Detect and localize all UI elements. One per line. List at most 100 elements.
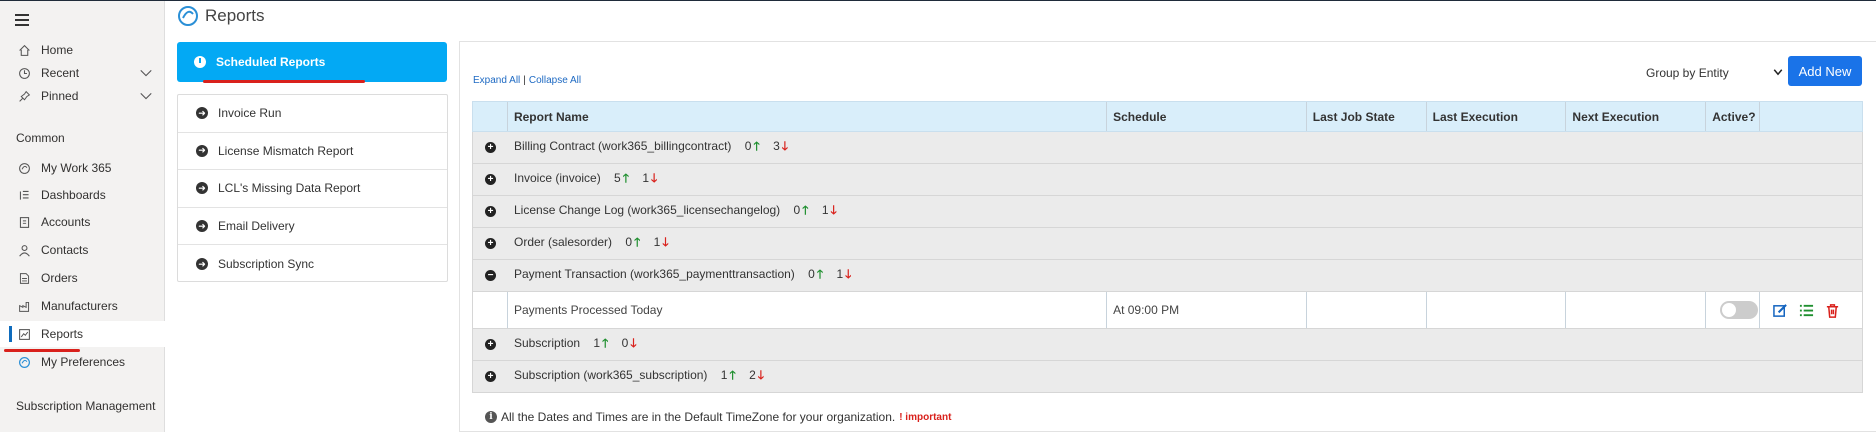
header-report-name[interactable]: Report Name [508, 102, 1108, 131]
report-item-label: Subscription Sync [218, 257, 315, 272]
report-item-subscription-sync[interactable]: ➜ Subscription Sync [178, 245, 447, 283]
top-border [0, 0, 1876, 1]
table-header: Report Name Schedule Last Job State Last… [472, 101, 1863, 132]
group-label: Payment Transaction (work365_paymenttran… [508, 265, 851, 286]
group-row-license-change-log[interactable]: + License Change Log (work365_licensecha… [472, 196, 1863, 228]
header-last-job-state[interactable]: Last Job State [1307, 102, 1427, 131]
tab-scheduled-reports[interactable]: Scheduled Reports [177, 42, 447, 82]
cell-report-name[interactable]: Payments Processed Today [508, 292, 1108, 328]
sidebar-item-manufacturers[interactable]: Manufacturers [0, 293, 165, 319]
cell-schedule: At 09:00 PM [1107, 292, 1307, 328]
cell-active [1706, 292, 1761, 328]
header-schedule[interactable]: Schedule [1107, 102, 1307, 131]
expand-collapse-links: Expand All | Collapse All [473, 75, 581, 86]
group-label: Billing Contract (work365_billingcontrac… [508, 137, 788, 158]
sidebar-item-my-preferences[interactable]: My Preferences [0, 349, 165, 375]
sidebar-item-label: My Preferences [41, 355, 126, 369]
group-by-select[interactable]: Group by Entity [1646, 62, 1784, 84]
sidebar-item-label: Orders [41, 271, 78, 285]
group-row-subscription-work365[interactable]: + Subscription (work365_subscription) 1 🡑… [472, 361, 1863, 393]
expand-icon[interactable]: + [485, 371, 496, 382]
group-row-payment-transaction[interactable]: − Payment Transaction (work365_paymenttr… [472, 260, 1863, 292]
expand-icon[interactable]: + [485, 142, 496, 153]
add-new-button[interactable]: Add New [1788, 56, 1862, 86]
group-name: Subscription (work365_subscription) [514, 368, 708, 382]
report-list: ➜ Invoice Run ➜ License Mismatch Report ➜ L… [177, 94, 448, 282]
group-by-value: Group by Entity [1646, 66, 1729, 80]
expand-icon[interactable]: + [485, 339, 496, 350]
arrow-right-circle-icon: ➜ [196, 107, 208, 120]
sidebar-item-label: Home [41, 43, 74, 57]
chevron-down-icon[interactable] [139, 66, 153, 83]
arrow-right-circle-icon: ➜ [196, 258, 208, 271]
contacts-icon [17, 243, 31, 257]
arrow-up-icon: 🡑 [753, 139, 760, 153]
header-expand-col [473, 102, 508, 131]
collapse-all-link[interactable]: Collapse All [529, 75, 581, 86]
app-logo-icon [177, 5, 199, 27]
expand-icon[interactable]: + [485, 206, 496, 217]
report-item-license-mismatch[interactable]: ➜ License Mismatch Report [178, 133, 447, 171]
clock-icon [17, 66, 31, 80]
disabled-count: 2 [749, 368, 756, 382]
arrow-up-icon: 🡑 [622, 171, 629, 185]
arrow-up-icon: 🡑 [729, 368, 736, 382]
sidebar-item-label: Reports [41, 327, 84, 341]
report-item-email-delivery[interactable]: ➜ Email Delivery [178, 208, 447, 246]
important-label: ! important [899, 411, 952, 423]
dashboard-icon [17, 188, 31, 202]
collapse-icon[interactable]: − [485, 270, 496, 281]
sidebar-item-my-work-365[interactable]: My Work 365 [0, 155, 165, 181]
delete-icon[interactable] [1824, 302, 1840, 318]
sidebar-item-pinned[interactable]: Pinned [0, 83, 165, 109]
report-item-lcl-missing-data[interactable]: ➜ LCL's Missing Data Report [178, 170, 447, 208]
arrow-down-icon: 🡓 [662, 235, 669, 249]
annotation-underline [203, 80, 365, 83]
expand-all-link[interactable]: Expand All [473, 75, 520, 86]
sidebar-item-label: Dashboards [41, 188, 106, 202]
sidebar-item-contacts[interactable]: Contacts [0, 237, 165, 263]
group-name: Invoice (invoice) [514, 171, 601, 185]
sidebar-item-dashboards[interactable]: Dashboards [0, 182, 165, 208]
disabled-count: 1 [642, 171, 650, 185]
edit-icon[interactable] [1772, 302, 1788, 318]
group-name: Subscription [514, 336, 581, 350]
cell-next-execution [1566, 292, 1707, 328]
expand-icon[interactable]: + [485, 238, 496, 249]
arrow-down-icon: 🡓 [630, 336, 637, 350]
arrow-down-icon: 🡓 [830, 203, 837, 217]
sidebar-item-label: Recent [41, 66, 80, 80]
header-active[interactable]: Active? [1706, 102, 1761, 131]
hamburger-menu-icon[interactable] [15, 14, 29, 29]
group-name: License Change Log (work365_licensechang… [514, 203, 781, 217]
header-last-execution[interactable]: Last Execution [1427, 102, 1567, 131]
header-next-execution[interactable]: Next Execution [1566, 102, 1707, 131]
sidebar-item-accounts[interactable]: Accounts [0, 209, 165, 235]
table-row[interactable]: Payments Processed Today At 09:00 PM [472, 292, 1863, 329]
group-label: Invoice (invoice) 5 🡑 1 🡓 [508, 169, 657, 190]
sidebar: Home Recent Pinned Common My Work 365 Da… [0, 1, 165, 432]
active-toggle[interactable] [1720, 301, 1759, 319]
arrow-up-icon: 🡑 [634, 235, 641, 249]
group-row-subscription[interactable]: + Subscription 1 🡑 0 🡓 [472, 329, 1863, 361]
report-item-invoice-run[interactable]: ➜ Invoice Run [178, 95, 447, 133]
sidebar-item-reports[interactable]: Reports [0, 321, 165, 347]
disabled-count: 0 [621, 336, 629, 350]
sidebar-item-orders[interactable]: Orders [0, 265, 165, 291]
list-icon[interactable] [1798, 302, 1814, 318]
enabled-count: 1 [720, 368, 728, 382]
preferences-icon [17, 355, 31, 369]
group-row-billing-contract[interactable]: + Billing Contract (work365_billingcontr… [472, 132, 1863, 164]
chevron-down-icon[interactable] [139, 89, 153, 106]
disabled-count: 3 [773, 139, 780, 153]
reports-icon [17, 327, 31, 341]
arrow-up-icon: 🡑 [602, 336, 609, 350]
group-row-order[interactable]: + Order (salesorder) 0 🡑 1 🡓 [472, 228, 1863, 260]
clock-icon [194, 56, 206, 68]
expand-icon[interactable]: + [485, 174, 496, 185]
arrow-right-circle-icon: ➜ [196, 182, 208, 195]
report-item-label: Email Delivery [218, 219, 295, 234]
tab-label: Scheduled Reports [216, 55, 326, 69]
group-row-invoice[interactable]: + Invoice (invoice) 5 🡑 1 🡓 [472, 164, 1863, 196]
info-icon: i [485, 411, 497, 423]
